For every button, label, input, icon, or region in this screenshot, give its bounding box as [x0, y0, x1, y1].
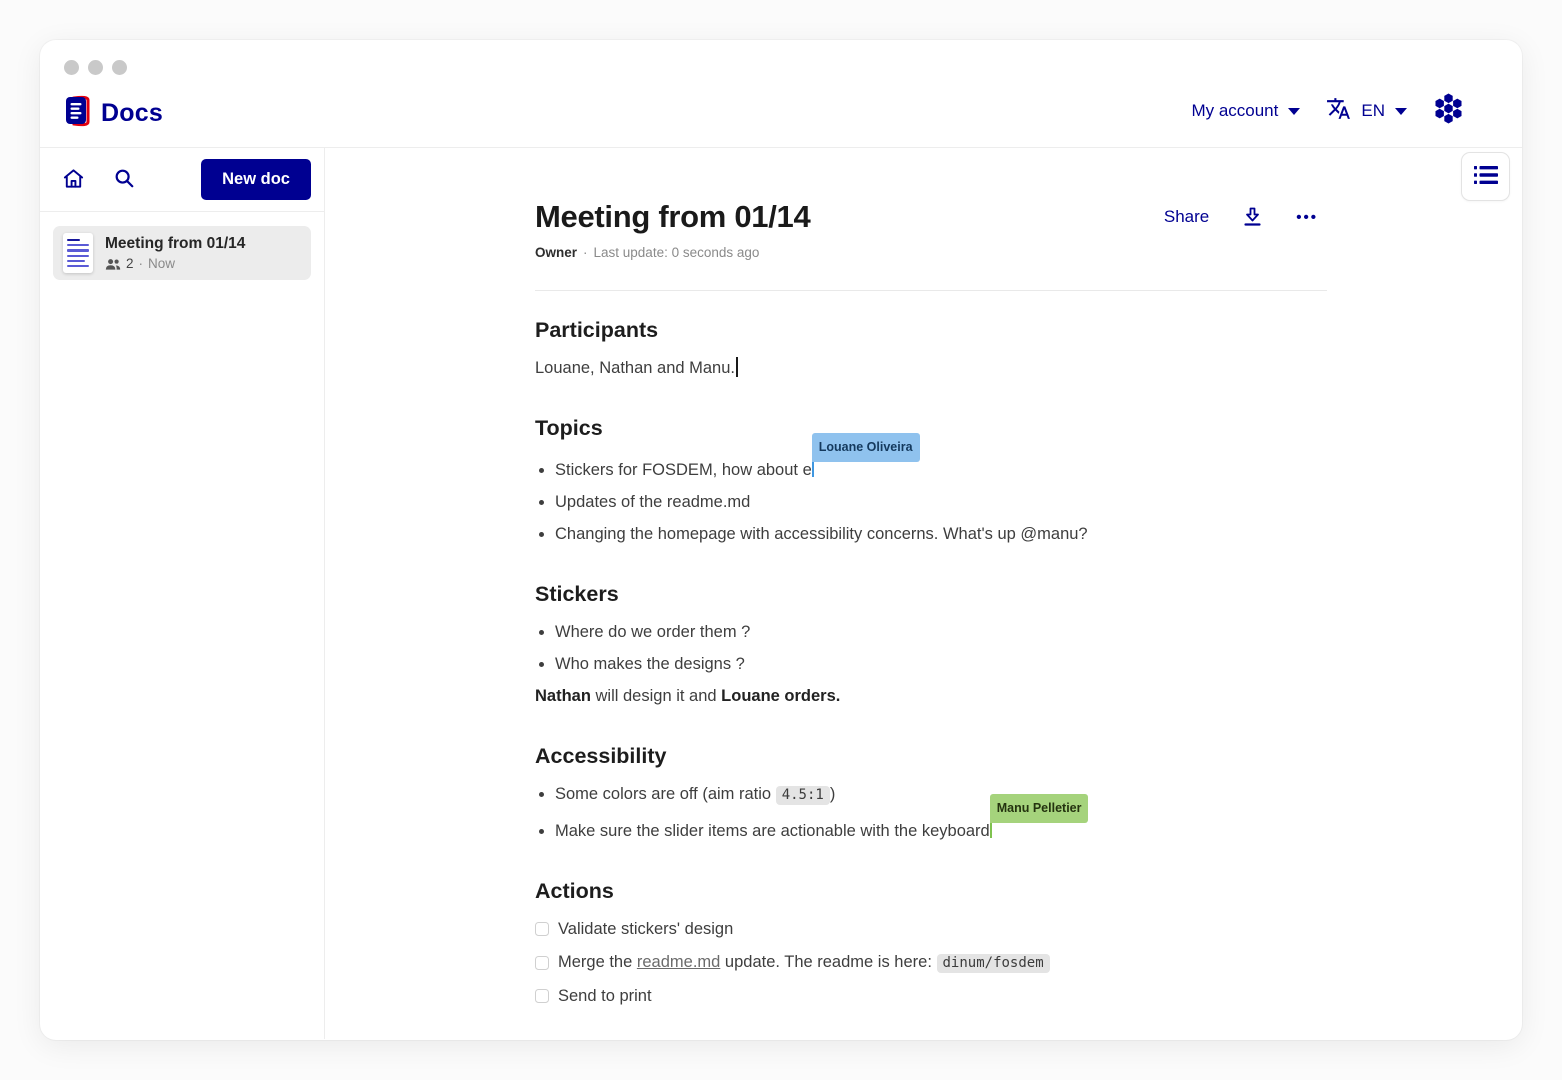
- task-checkbox[interactable]: [535, 989, 549, 1003]
- list-icon: [1474, 164, 1498, 189]
- collaborator-name-label: Manu Pelletier: [990, 794, 1089, 823]
- my-account-menu[interactable]: My account: [1191, 101, 1300, 121]
- more-options-button[interactable]: •••: [1296, 209, 1318, 226]
- task-label[interactable]: Validate stickers' design: [558, 917, 733, 941]
- owner-badge: Owner: [535, 245, 577, 260]
- app-logo[interactable]: Docs: [64, 94, 163, 133]
- window-control-dot[interactable]: [112, 60, 127, 75]
- section-heading-topics: Topics: [535, 416, 1327, 441]
- collaborators-icon: [105, 257, 121, 271]
- document-icon: [63, 233, 93, 273]
- search-button[interactable]: [113, 167, 135, 192]
- docs-logo-icon: [64, 94, 92, 133]
- topics-list: Stickers for FOSDEM, how about eLouane O…: [535, 454, 1327, 546]
- task-row: Send to print: [535, 984, 1327, 1008]
- last-update-text: Last update: 0 seconds ago: [594, 245, 760, 260]
- task-label[interactable]: Merge the readme.md update. The readme i…: [558, 950, 1050, 975]
- meta-separator: ·: [139, 256, 144, 271]
- inline-code: dinum/fosdem: [937, 954, 1050, 973]
- list-item[interactable]: Stickers for FOSDEM, how about eLouane O…: [555, 454, 1327, 482]
- table-of-contents-button[interactable]: [1461, 152, 1510, 201]
- participants-text[interactable]: Louane, Nathan and Manu.: [535, 356, 1327, 380]
- collaborator-name-label: Louane Oliveira: [812, 433, 920, 462]
- text-cursor: [736, 357, 738, 377]
- stickers-note[interactable]: Nathan will design it and Louane orders.: [535, 684, 1327, 708]
- section-heading-stickers: Stickers: [535, 582, 1327, 607]
- home-button[interactable]: [62, 167, 85, 193]
- page-title: Meeting from 01/14: [535, 198, 810, 236]
- app-window: Docs My account EN: [40, 40, 1522, 1040]
- download-button[interactable]: [1243, 207, 1262, 228]
- header-actions: My account EN: [1191, 93, 1464, 129]
- window-control-dot[interactable]: [88, 60, 103, 75]
- search-icon: [113, 167, 135, 192]
- window-controls: [64, 60, 127, 75]
- accessibility-list: Some colors are off (aim ratio 4.5:1) Ma…: [535, 782, 1327, 843]
- window-control-dot[interactable]: [64, 60, 79, 75]
- editor-pane: Meeting from 01/14 Share ••• Owner: [325, 148, 1522, 1039]
- list-item[interactable]: Where do we order them ?: [555, 620, 1327, 644]
- remote-cursor-manu: Manu Pelletier: [990, 815, 993, 840]
- list-item[interactable]: Changing the homepage with accessibility…: [555, 522, 1327, 546]
- readme-link[interactable]: readme.md: [637, 953, 720, 971]
- list-item[interactable]: Who makes the designs ?: [555, 652, 1327, 676]
- la-suite-apps-button[interactable]: [1433, 93, 1464, 129]
- divider: [535, 290, 1327, 291]
- stickers-list: Where do we order them ? Who makes the d…: [535, 620, 1327, 676]
- collaborator-count: 2: [126, 256, 134, 271]
- list-item[interactable]: Updates of the readme.md: [555, 490, 1327, 514]
- doc-item-meta: 2 · Now: [105, 256, 245, 271]
- my-account-label: My account: [1191, 101, 1278, 121]
- translate-icon: [1326, 96, 1351, 126]
- task-checkbox[interactable]: [535, 956, 549, 970]
- chevron-down-icon: [1395, 108, 1407, 115]
- doc-list: Meeting from 01/14 2: [40, 212, 324, 294]
- new-doc-button[interactable]: New doc: [201, 159, 311, 200]
- language-label: EN: [1361, 101, 1385, 121]
- doc-list-item[interactable]: Meeting from 01/14 2: [53, 226, 311, 280]
- section-heading-participants: Participants: [535, 318, 1327, 343]
- share-button[interactable]: Share: [1164, 207, 1209, 227]
- doc-item-time: Now: [148, 256, 175, 271]
- app-header: Docs My account EN: [40, 40, 1522, 148]
- inline-code: 4.5:1: [776, 786, 830, 805]
- section-heading-actions: Actions: [535, 879, 1327, 904]
- home-icon: [62, 167, 85, 193]
- task-label[interactable]: Send to print: [558, 984, 652, 1008]
- task-list: Validate stickers' design Merge the read…: [535, 917, 1327, 1008]
- chevron-down-icon: [1288, 108, 1300, 115]
- task-checkbox[interactable]: [535, 922, 549, 936]
- sidebar: New doc Meeting from 01/14: [40, 148, 325, 1039]
- list-item[interactable]: Some colors are off (aim ratio 4.5:1): [555, 782, 1327, 807]
- task-row: Validate stickers' design: [535, 917, 1327, 941]
- meta-separator: ·: [583, 245, 588, 260]
- app-name: Docs: [101, 99, 163, 128]
- doc-meta: Owner · Last update: 0 seconds ago: [535, 245, 1327, 260]
- remote-cursor-louane: Louane Oliveira: [812, 454, 815, 479]
- task-row: Merge the readme.md update. The readme i…: [535, 950, 1327, 975]
- section-heading-accessibility: Accessibility: [535, 744, 1327, 769]
- sidebar-toolbar: New doc: [40, 148, 324, 212]
- language-menu[interactable]: EN: [1326, 96, 1407, 126]
- doc-item-title: Meeting from 01/14: [105, 235, 245, 253]
- list-item[interactable]: Make sure the slider items are actionabl…: [555, 815, 1327, 843]
